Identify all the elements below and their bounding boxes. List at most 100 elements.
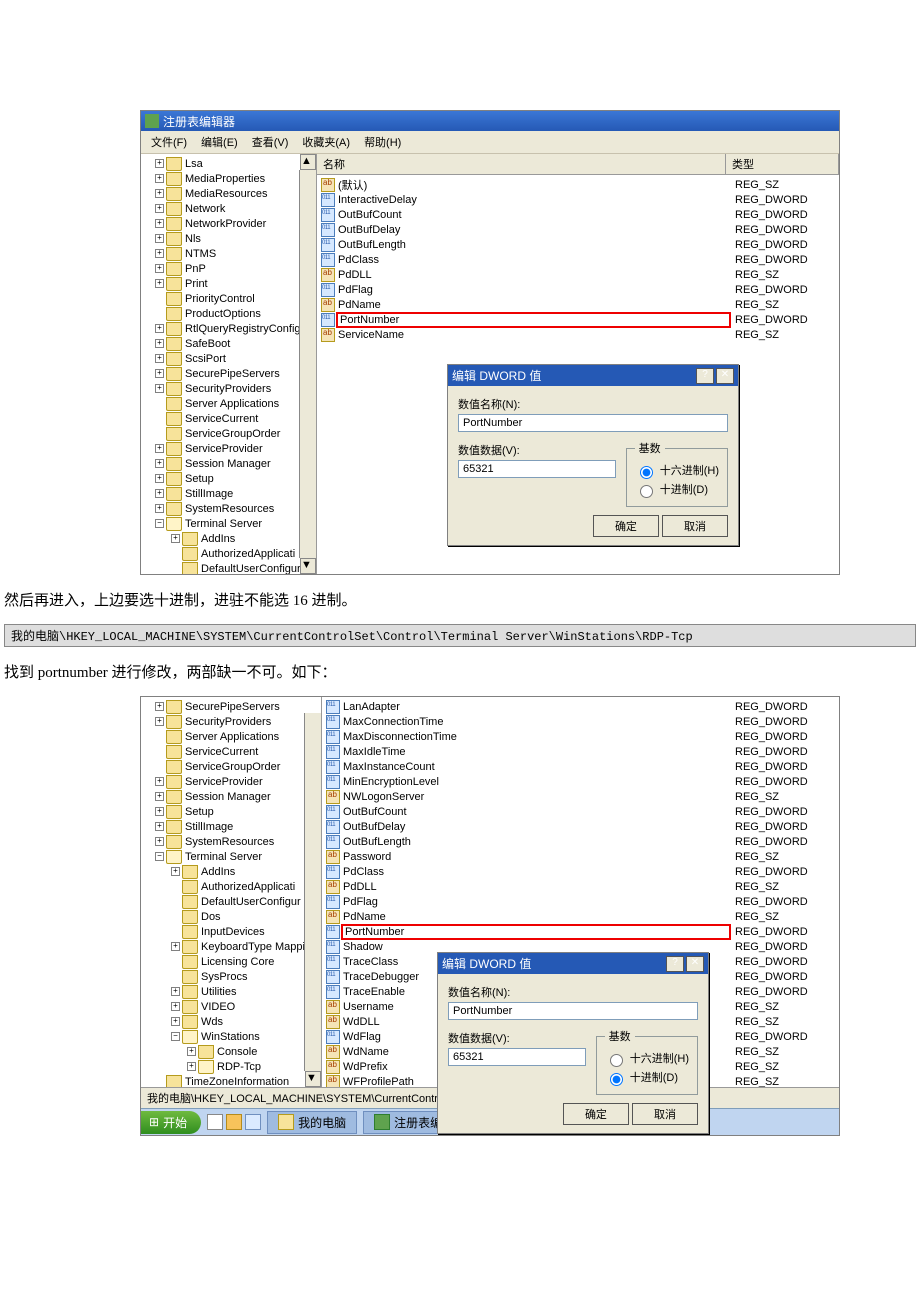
tree-node[interactable]: ServiceGroupOrder [155,759,321,774]
scrollbar-track[interactable] [299,170,316,558]
expand-icon[interactable] [171,942,180,951]
tree-node[interactable]: SecurityProviders [155,381,316,396]
value-row[interactable]: PortNumberREG_DWORD [317,312,839,327]
data-input[interactable] [458,460,616,478]
expand-icon[interactable] [155,702,164,711]
expand-icon[interactable] [155,324,164,333]
menu-help[interactable]: 帮助(H) [358,133,407,151]
tree-node[interactable]: ServiceProvider [155,441,316,456]
expand-icon[interactable] [171,867,180,876]
cancel-button[interactable]: 取消 [632,1103,698,1125]
value-row[interactable]: MaxIdleTimeREG_DWORD [322,744,839,759]
dialog-titlebar[interactable]: 编辑 DWORD 值 ? ✕ [448,365,738,386]
scrollbar-track[interactable] [304,713,321,1071]
value-row[interactable]: PdNameREG_SZ [322,909,839,924]
tree-node[interactable]: Server Applications [155,729,321,744]
tree-node[interactable]: ScsiPort [155,351,316,366]
expand-icon[interactable] [155,189,164,198]
tree-node[interactable]: SystemResources [155,501,316,516]
expand-icon[interactable] [155,159,164,168]
value-row[interactable]: PdNameREG_SZ [317,297,839,312]
value-row[interactable]: PdClassREG_DWORD [317,252,839,267]
tree-node[interactable]: ProductOptions [155,306,316,321]
help-button[interactable]: ? [696,368,714,384]
close-button[interactable]: ✕ [686,956,704,972]
tree-node[interactable]: VIDEO [155,999,321,1014]
tree-node[interactable]: Utilities [155,984,321,999]
close-button[interactable]: ✕ [716,368,734,384]
tree-node[interactable]: Console [155,1044,321,1059]
ok-button[interactable]: 确定 [563,1103,629,1125]
menu-edit[interactable]: 编辑(E) [195,133,244,151]
value-row[interactable]: MinEncryptionLevelREG_DWORD [322,774,839,789]
value-row[interactable]: OutBufLengthREG_DWORD [322,834,839,849]
expand-icon[interactable] [155,264,164,273]
scroll-up-button[interactable]: ▲ [300,154,316,170]
help-button[interactable]: ? [666,956,684,972]
tree-node[interactable]: SecurityProviders [155,714,321,729]
value-row[interactable]: LanAdapterREG_DWORD [322,699,839,714]
ok-button[interactable]: 确定 [593,515,659,537]
tree-node[interactable]: AddIns [155,531,316,546]
expand-icon[interactable] [171,534,180,543]
tree-node[interactable]: Nls [155,231,316,246]
data-input[interactable] [448,1048,586,1066]
value-row[interactable]: ServiceNameREG_SZ [317,327,839,342]
tree-node[interactable]: Setup [155,804,321,819]
tree-node[interactable]: ServiceCurrent [155,744,321,759]
registry-tree[interactable]: SecurePipeServersSecurityProvidersServer… [141,697,322,1087]
tree-node[interactable]: MediaResources [155,186,316,201]
collapse-icon[interactable] [171,1032,180,1041]
expand-icon[interactable] [155,354,164,363]
tree-node[interactable]: AddIns [155,864,321,879]
tree-node[interactable]: TimeZoneInformation [155,1074,321,1087]
tree-node[interactable]: Print [155,276,316,291]
tree-node[interactable]: MediaProperties [155,171,316,186]
expand-icon[interactable] [155,444,164,453]
tree-node[interactable]: ServiceCurrent [155,411,316,426]
hex-radio[interactable]: 十六进制(H) [635,462,719,479]
tree-node[interactable]: ServiceGroupOrder [155,426,316,441]
tree-node[interactable]: Dos [155,909,321,924]
tree-node[interactable]: Lsa [155,156,316,171]
name-input[interactable] [458,414,728,432]
collapse-icon[interactable] [155,852,164,861]
expand-icon[interactable] [155,369,164,378]
expand-icon[interactable] [155,174,164,183]
expand-icon[interactable] [155,489,164,498]
start-button[interactable]: ⊞ 开始 [141,1111,201,1134]
tree-node[interactable]: Terminal Server [155,849,321,864]
expand-icon[interactable] [155,219,164,228]
tree-node[interactable]: Terminal Server [155,516,316,531]
menu-file[interactable]: 文件(F) [145,133,193,151]
value-row[interactable]: OutBufLengthREG_DWORD [317,237,839,252]
value-row[interactable]: MaxConnectionTimeREG_DWORD [322,714,839,729]
value-row[interactable]: PdDLLREG_SZ [317,267,839,282]
tree-node[interactable]: RDP-Tcp [155,1059,321,1074]
expand-icon[interactable] [155,504,164,513]
tree-node[interactable]: DefaultUserConfigur [155,894,321,909]
expand-icon[interactable] [155,837,164,846]
tree-node[interactable]: StillImage [155,819,321,834]
tree-node[interactable]: ServiceProvider [155,774,321,789]
cancel-button[interactable]: 取消 [662,515,728,537]
tree-node[interactable]: NetworkProvider [155,216,316,231]
tree-node[interactable]: RtlQueryRegistryConfig [155,321,316,336]
tree-node[interactable]: Session Manager [155,789,321,804]
expand-icon[interactable] [171,1017,180,1026]
tree-node[interactable]: KeyboardType Mappin [155,939,321,954]
dec-radio[interactable]: 十进制(D) [635,481,719,498]
dec-radio[interactable]: 十进制(D) [605,1069,689,1086]
tree-node[interactable]: Session Manager [155,456,316,471]
expand-icon[interactable] [155,339,164,348]
quicklaunch-icon[interactable] [245,1114,261,1130]
scroll-down-button[interactable]: ▼ [300,558,316,574]
expand-icon[interactable] [155,384,164,393]
tree-node[interactable]: Server Applications [155,396,316,411]
registry-tree[interactable]: ▲ LsaMediaPropertiesMediaResources Networ… [141,154,317,574]
expand-icon[interactable] [155,822,164,831]
expand-icon[interactable] [155,717,164,726]
expand-icon[interactable] [155,279,164,288]
tree-node[interactable]: SystemResources [155,834,321,849]
value-row[interactable]: OutBufDelayREG_DWORD [317,222,839,237]
